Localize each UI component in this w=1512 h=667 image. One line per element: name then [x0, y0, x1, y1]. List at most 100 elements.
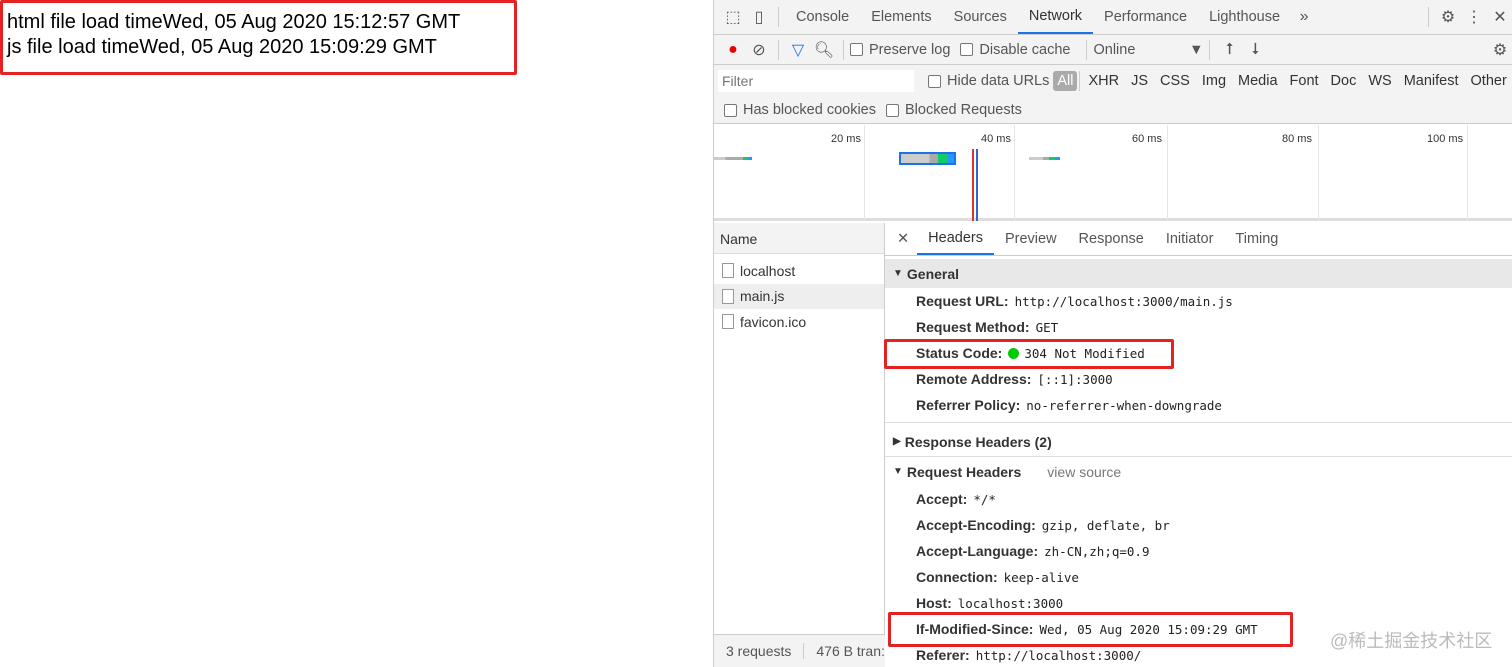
transferred-size: 476 B tran: — [816, 643, 885, 659]
has-blocked-cookies-label: Has blocked cookies — [743, 102, 876, 118]
header-value: localhost:3000 — [957, 595, 1064, 611]
filter-type-media[interactable]: Media — [1232, 73, 1284, 89]
close-icon[interactable]: ✕ — [1487, 7, 1512, 27]
request-name: localhost — [740, 262, 796, 279]
devtools-panel: ⬚ ▯ Console Elements Sources Network Per… — [713, 0, 1512, 667]
highlight-box-status — [884, 339, 1174, 369]
disable-cache-label: Disable cache — [979, 41, 1071, 58]
request-count: 3 requests — [714, 643, 805, 659]
header-key: Request URL: — [916, 293, 1009, 309]
tab-headers[interactable]: Headers — [917, 223, 994, 255]
tick-40ms: 40 ms — [981, 133, 1011, 145]
request-bar-main-js — [899, 152, 956, 165]
status-bar: 3 requests 476 B tran: — [714, 634, 885, 667]
filter-type-manifest[interactable]: Manifest — [1398, 73, 1465, 89]
tab-initiator[interactable]: Initiator — [1155, 223, 1225, 255]
highlight-box-if-modified-since — [888, 612, 1293, 647]
tick-80ms: 80 ms — [1282, 133, 1312, 145]
throttle-select[interactable]: Online ▼ — [1093, 42, 1203, 58]
record-icon[interactable]: ● — [720, 41, 746, 59]
preserve-log-checkbox[interactable]: Preserve log — [850, 42, 950, 58]
filter-type-img[interactable]: Img — [1196, 73, 1232, 89]
filter-type-css[interactable]: CSS — [1154, 73, 1196, 89]
hide-data-urls-checkbox[interactable]: Hide data URLs — [928, 73, 1049, 89]
section-title: General — [906, 265, 960, 282]
has-blocked-cookies-checkbox[interactable]: Has blocked cookies — [724, 102, 876, 118]
request-row-favicon[interactable]: favicon.ico — [714, 309, 884, 335]
header-row: Accept: */* — [885, 486, 1512, 512]
tab-network[interactable]: Network — [1017, 0, 1094, 34]
header-value: [::1]:3000 — [1037, 371, 1113, 387]
blocked-requests-checkbox[interactable]: Blocked Requests — [886, 102, 1022, 118]
expanded-triangle-icon: ▼ — [893, 466, 903, 477]
filter-bar: Hide data URLs All XHR JS CSS Img Media … — [714, 65, 1512, 124]
filter-type-js[interactable]: JS — [1125, 73, 1154, 89]
header-row: Request URL: http://localhost:3000/main.j… — [885, 288, 1512, 314]
view-source-link[interactable]: view source — [1047, 464, 1121, 480]
header-value: keep-alive — [1003, 569, 1079, 585]
network-overview[interactable]: 20 ms 40 ms 60 ms 80 ms 100 ms — [714, 125, 1512, 221]
network-settings-icon[interactable]: ⚙ — [1487, 40, 1512, 60]
settings-gear-icon[interactable]: ⚙ — [1435, 7, 1461, 27]
request-list: Name localhost main.js favicon.ico 3 req… — [714, 223, 885, 667]
tab-preview[interactable]: Preview — [994, 223, 1068, 255]
tab-timing[interactable]: Timing — [1224, 223, 1289, 255]
inspect-icon[interactable]: ⬚ — [720, 7, 746, 27]
device-toolbar-icon[interactable]: ▯ — [746, 7, 772, 27]
web-page: html file load timeWed, 05 Aug 2020 15:1… — [0, 0, 713, 667]
close-details-icon[interactable]: ✕ — [885, 223, 917, 255]
header-key: Referer: — [916, 647, 970, 663]
file-icon — [722, 263, 734, 279]
export-har-icon[interactable]: ⭣ — [1242, 41, 1268, 59]
details-tabbar: ✕ Headers Preview Response Initiator Tim… — [885, 223, 1512, 256]
request-row-localhost[interactable]: localhost — [714, 258, 884, 284]
tick-20ms: 20 ms — [831, 133, 861, 145]
header-key: Accept-Encoding: — [916, 517, 1036, 533]
tick-100ms: 100 ms — [1427, 133, 1464, 145]
filter-type-doc[interactable]: Doc — [1325, 73, 1363, 89]
header-value: no-referrer-when-downgrade — [1026, 397, 1222, 413]
tick-60ms: 60 ms — [1132, 133, 1162, 145]
filter-type-ws[interactable]: WS — [1362, 73, 1397, 89]
tab-sources[interactable]: Sources — [943, 0, 1018, 34]
request-row-main-js[interactable]: main.js — [714, 283, 884, 309]
header-row: Remote Address: [::1]:3000 — [885, 366, 1512, 392]
filter-type-xhr[interactable]: XHR — [1082, 73, 1125, 89]
tab-elements[interactable]: Elements — [860, 0, 942, 34]
more-tabs-icon[interactable]: » — [1291, 8, 1317, 26]
request-name: favicon.ico — [740, 313, 807, 330]
clear-icon[interactable]: ⊘ — [746, 40, 772, 60]
import-har-icon[interactable]: ⭡ — [1216, 41, 1242, 59]
filter-input[interactable] — [718, 70, 914, 92]
section-title: Request Headers — [906, 463, 1022, 480]
blocked-requests-label: Blocked Requests — [905, 102, 1022, 118]
filter-type-all[interactable]: All — [1053, 71, 1078, 91]
header-value: http://localhost:3000/main.js — [1014, 293, 1233, 309]
response-headers-toggle[interactable]: ▶ Response Headers (2) — [885, 427, 1512, 456]
more-menu-icon[interactable]: ⋮ — [1461, 7, 1487, 27]
hide-data-urls-label: Hide data URLs — [947, 73, 1050, 89]
general-section-toggle[interactable]: ▼ General — [885, 259, 1512, 288]
tab-response[interactable]: Response — [1068, 223, 1155, 255]
html-load-time: html file load timeWed, 05 Aug 2020 15:1… — [7, 11, 461, 33]
header-key: Connection: — [916, 569, 998, 585]
filter-type-font[interactable]: Font — [1284, 73, 1325, 89]
search-icon[interactable]: 🔍︎ — [811, 40, 837, 60]
disable-cache-checkbox[interactable]: Disable cache — [960, 42, 1070, 58]
file-icon — [722, 314, 734, 330]
name-column-header[interactable]: Name — [714, 223, 884, 254]
request-headers-toggle[interactable]: ▼ Request Headers view source — [885, 457, 1512, 486]
network-toolbar: ● ⊘ ▽ 🔍︎ Preserve log Disable cache Onli… — [714, 35, 1512, 65]
header-value: zh-CN,zh;q=0.9 — [1044, 543, 1150, 559]
header-key: Accept: — [916, 491, 968, 507]
filter-type-other[interactable]: Other — [1465, 73, 1512, 89]
tab-console[interactable]: Console — [785, 0, 860, 34]
tab-lighthouse[interactable]: Lighthouse — [1198, 0, 1291, 34]
throttle-value: Online — [1093, 41, 1136, 58]
request-bar-localhost — [714, 157, 752, 160]
tab-performance[interactable]: Performance — [1093, 0, 1198, 34]
header-value: gzip, deflate, br — [1041, 517, 1170, 533]
request-name: main.js — [740, 288, 785, 305]
filter-icon[interactable]: ▽ — [785, 40, 811, 60]
header-row: Connection: keep-alive — [885, 564, 1512, 590]
